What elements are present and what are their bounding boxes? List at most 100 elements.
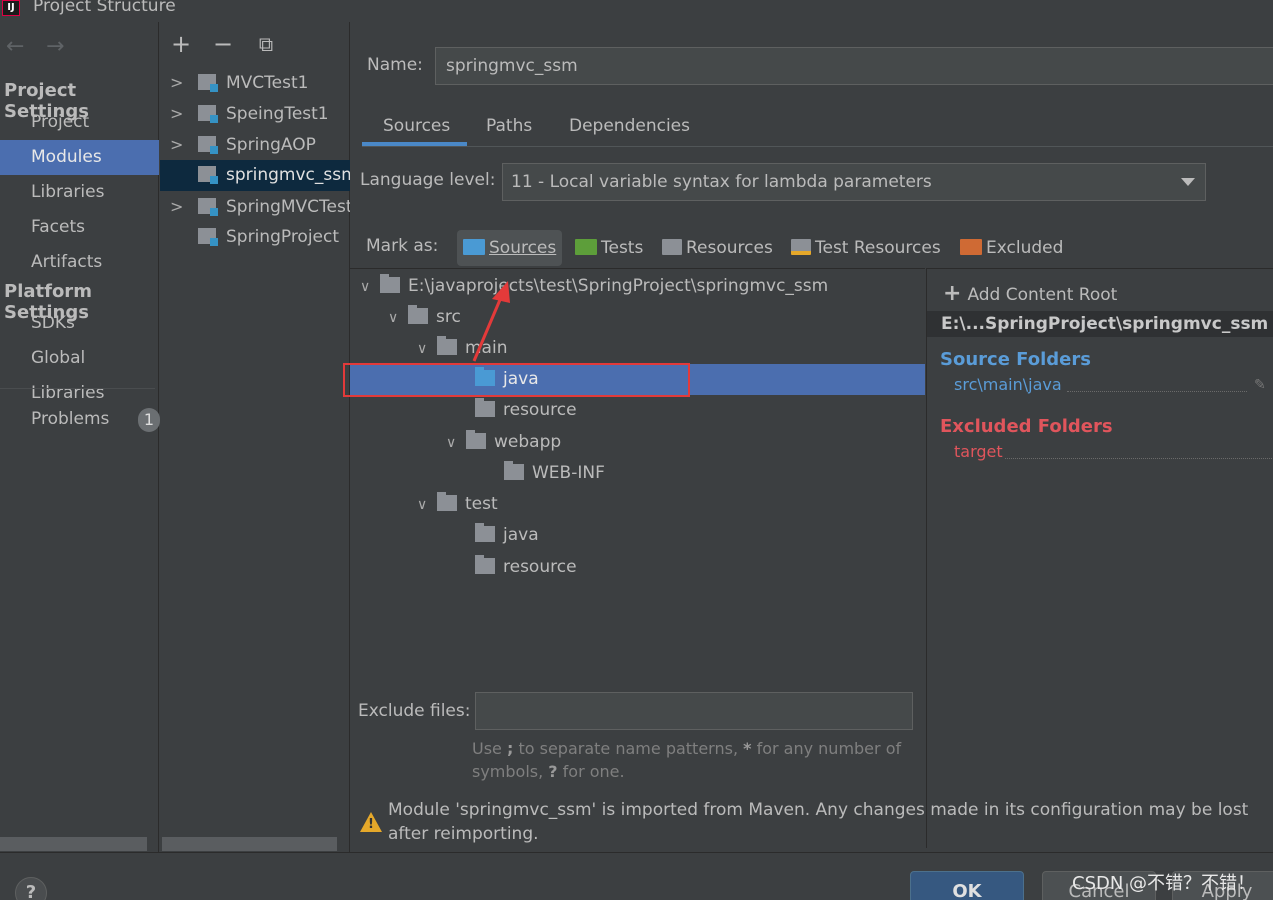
copy-module-button[interactable]: ⧉ — [253, 32, 279, 56]
content-roots-panel: + Add Content Root E:\...SpringProject\sp… — [926, 268, 1273, 848]
mark-as-sources-button[interactable]: Sources — [457, 230, 563, 266]
folder-icon — [437, 492, 457, 511]
module-details-panel: Name: springmvc_ssm Sources Paths Depend… — [343, 22, 1273, 852]
tab-dependencies[interactable]: Dependencies — [569, 116, 690, 136]
excluded-folders-heading: Excluded Folders — [940, 416, 1113, 437]
active-tab-indicator — [362, 142, 467, 146]
module-icon — [198, 74, 218, 92]
language-level-label: Language level: — [360, 170, 496, 190]
module-item-mvctest1[interactable]: > MVCTest1 — [160, 67, 350, 98]
mark-as-resources-button[interactable]: Resources — [656, 230, 779, 266]
ok-button[interactable]: OK — [910, 871, 1024, 900]
chevron-down-icon[interactable]: ∨ — [446, 428, 466, 459]
nav-item-problems[interactable]: Problems — [0, 402, 159, 437]
exclude-files-label: Exclude files: — [358, 701, 471, 721]
content-root-path: E:\...SpringProject\springmvc_ssm — [927, 311, 1273, 337]
module-name-input[interactable]: springmvc_ssm — [435, 47, 1273, 85]
nav-item-modules[interactable]: Modules — [0, 140, 159, 175]
excluded-folder-icon — [960, 239, 982, 255]
module-item-springaop[interactable]: > SpringAOP — [160, 129, 350, 160]
language-level-select[interactable]: 11 - Local variable syntax for lambda pa… — [502, 163, 1206, 201]
tab-paths[interactable]: Paths — [486, 116, 532, 136]
mark-as-excluded-button[interactable]: Excluded — [954, 230, 1069, 266]
chevron-right-icon[interactable]: > — [170, 98, 184, 129]
nav-item-libraries[interactable]: Libraries — [0, 175, 159, 210]
arrow-right-icon[interactable]: → — [46, 34, 64, 59]
chevron-down-icon[interactable]: ∨ — [360, 272, 380, 303]
folder-icon — [437, 336, 457, 355]
mark-as-test-resources-button[interactable]: Test Resources — [785, 230, 947, 266]
exclude-files-hint: Use ; to separate name patterns, * for a… — [472, 739, 902, 781]
mark-as-tests-button[interactable]: Tests — [569, 230, 649, 266]
module-item-speingtest1[interactable]: > SpeingTest1 — [160, 98, 350, 129]
remove-module-button[interactable]: − — [210, 30, 236, 58]
nav-item-global-libraries[interactable]: Global Libraries — [0, 341, 159, 403]
chevron-down-icon[interactable]: ∨ — [388, 303, 408, 334]
folder-icon — [380, 274, 400, 293]
nav-item-sdks[interactable]: SDKs — [0, 306, 159, 341]
modules-scrollbar[interactable] — [162, 837, 337, 851]
window-title: Project Structure — [33, 0, 176, 16]
tree-row-main-resource[interactable]: resource — [350, 395, 925, 426]
folder-icon — [475, 555, 495, 574]
module-item-springmvc-ssm[interactable]: springmvc_ssm — [160, 160, 350, 191]
tree-row-test-java[interactable]: java — [350, 520, 925, 551]
excluded-folder-item[interactable]: target — [954, 442, 1003, 461]
chevron-right-icon[interactable]: > — [170, 191, 184, 222]
warning-icon: ! — [360, 812, 382, 832]
tree-row-src[interactable]: ∨ src — [350, 302, 925, 333]
tab-bar-divider — [362, 146, 1273, 147]
exclude-files-input[interactable] — [475, 692, 913, 730]
add-content-root-button[interactable]: + Add Content Root — [943, 281, 1117, 306]
settings-nav: ← → Project Settings Project Modules Lib… — [0, 22, 160, 852]
folder-icon — [466, 430, 486, 449]
folder-icon — [408, 305, 428, 324]
nav-item-artifacts[interactable]: Artifacts — [0, 245, 159, 280]
chevron-right-icon[interactable]: > — [170, 129, 184, 160]
help-button[interactable]: ? — [15, 877, 47, 900]
add-module-button[interactable]: + — [168, 30, 194, 58]
arrow-left-icon[interactable]: ← — [6, 34, 24, 59]
module-icon — [198, 228, 218, 246]
nav-scrollbar[interactable] — [0, 837, 147, 851]
dialog-button-bar: ? OK Cancel Apply CSDN @不错？不错！ — [0, 852, 1273, 900]
tests-folder-icon — [575, 239, 597, 255]
folder-icon — [504, 461, 524, 480]
chevron-down-icon[interactable]: ∨ — [417, 490, 437, 521]
tree-row-web-inf[interactable]: WEB-INF — [350, 458, 925, 489]
intellij-icon: IJ — [2, 0, 20, 16]
nav-item-facets[interactable]: Facets — [0, 210, 159, 245]
nav-item-project[interactable]: Project — [0, 105, 159, 140]
annotation-arrow — [472, 281, 510, 362]
tree-row-test[interactable]: ∨ test — [350, 489, 925, 520]
chevron-right-icon[interactable]: > — [170, 67, 184, 98]
source-folder-item[interactable]: src\main\java — [954, 375, 1062, 394]
pencil-icon[interactable]: ✎ — [1254, 377, 1268, 393]
tree-row-test-resource[interactable]: resource — [350, 552, 925, 583]
module-icon — [198, 136, 218, 154]
module-icon — [198, 105, 218, 123]
content-root-tree: ∨ E:\javaprojects\test\SpringProject\spri… — [343, 268, 925, 688]
module-icon — [198, 198, 218, 216]
tree-row-webapp[interactable]: ∨ webapp — [350, 427, 925, 458]
tab-sources[interactable]: Sources — [383, 116, 450, 136]
csdn-watermark: CSDN @不错？不错！ — [1072, 873, 1256, 894]
sources-folder-icon — [463, 239, 485, 255]
folder-icon — [475, 398, 495, 417]
chevron-down-icon[interactable]: ∨ — [417, 334, 437, 365]
folder-icon — [475, 523, 495, 542]
tree-row-main[interactable]: ∨ main — [350, 333, 925, 364]
title-bar: IJ Project Structure — [0, 0, 1273, 22]
annotation-highlight-box — [343, 363, 690, 397]
chevron-down-icon — [1181, 178, 1195, 186]
module-item-springproject[interactable]: SpringProject — [160, 222, 350, 253]
plus-icon: + — [943, 281, 962, 306]
source-folders-heading: Source Folders — [940, 349, 1091, 370]
excluded-folder-dotline — [1005, 458, 1273, 459]
tree-row-root[interactable]: ∨ E:\javaprojects\test\SpringProject\spri… — [350, 271, 925, 302]
modules-list-panel: + − ⧉ > MVCTest1 > SpeingTest1 > SpringAOP … — [160, 22, 350, 852]
nav-divider — [0, 388, 155, 389]
test-resources-folder-icon — [791, 239, 811, 255]
module-item-springmvctest[interactable]: > SpringMVCTest1 — [160, 191, 350, 222]
resources-folder-icon — [662, 239, 682, 255]
